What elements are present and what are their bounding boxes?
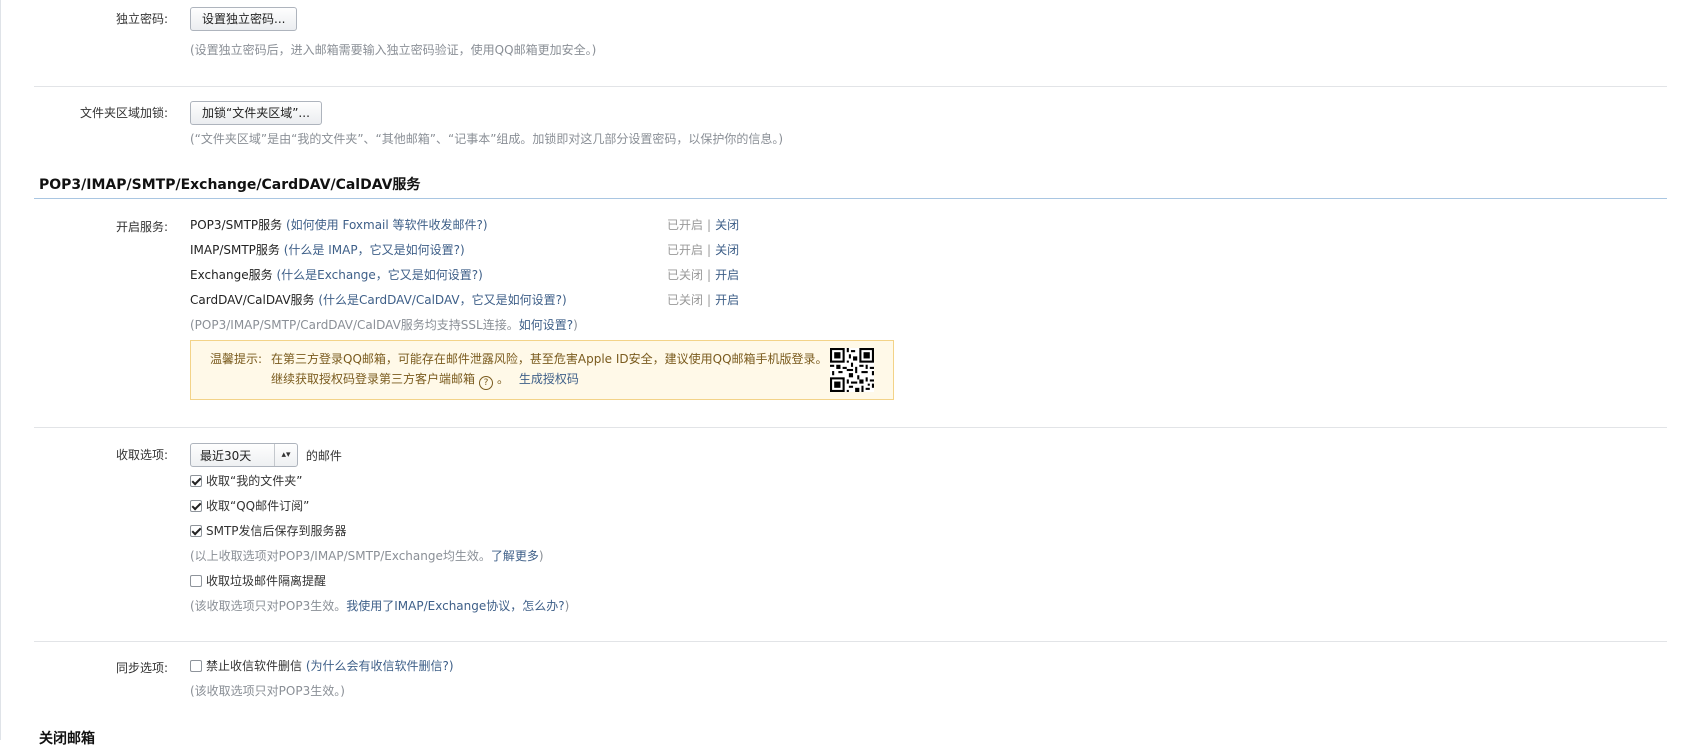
imap-exchange-help-link[interactable]: 我使用了IMAP/Exchange协议，怎么办? <box>346 599 564 613</box>
service-name: POP3/SMTP服务 <box>190 218 283 232</box>
ssl-how-to-link[interactable]: 如何设置? <box>519 318 573 332</box>
receive-options-label: 收取选项: <box>115 448 168 462</box>
service-row-pop3: POP3/SMTP服务 (如何使用 Foxmail 等软件收发邮件?) <box>190 216 488 234</box>
status-text: 已关闭 <box>667 293 704 307</box>
sync-options-label: 同步选项: <box>115 661 168 675</box>
status-separator: | <box>707 243 712 257</box>
receive-option-smtp-save[interactable]: SMTP发信后保存到服务器 <box>190 522 347 540</box>
service-help-link[interactable]: (什么是Exchange，它又是如何设置?) <box>276 268 482 282</box>
receive-option-qq-subscription[interactable]: 收取“QQ邮件订阅” <box>190 497 309 515</box>
ssl-hint: (POP3/IMAP/SMTP/CardDAV/CalDAV服务均支持SSL连接… <box>190 316 578 334</box>
services-label: 开启服务: <box>115 220 168 234</box>
tip-line-2: 继续获取授权码登录第三方客户端邮箱?。 生成授权码 <box>271 370 579 390</box>
checkbox-unchecked[interactable] <box>190 660 202 672</box>
checkbox-unchecked[interactable] <box>190 575 202 587</box>
receive-hint-1-text: (以上收取选项对POP3/IMAP/SMTP/Exchange均生效。 <box>190 549 491 563</box>
qr-code-icon <box>830 348 874 392</box>
folder-lock-label: 文件夹区域加锁: <box>79 106 168 120</box>
set-independent-password-button[interactable]: 设置独立密码... <box>190 7 298 31</box>
close-imap-link[interactable]: 关闭 <box>715 243 739 257</box>
close-pop3-link[interactable]: 关闭 <box>715 218 739 232</box>
service-status-exchange: 已关闭 | 开启 <box>667 266 739 284</box>
divider <box>34 641 1667 642</box>
independent-password-hint: (设置独立密码后，进入邮箱需要输入独立密码验证，使用QQ邮箱更加安全。) <box>190 43 597 57</box>
open-exchange-link[interactable]: 开启 <box>715 268 739 282</box>
service-status-pop3: 已开启 | 关闭 <box>667 216 739 234</box>
option-label: 收取垃圾邮件隔离提醒 <box>206 574 327 588</box>
receive-hint-1: (以上收取选项对POP3/IMAP/SMTP/Exchange均生效。了解更多) <box>190 547 544 565</box>
service-help-link[interactable]: (如何使用 Foxmail 等软件收发邮件?) <box>286 218 488 232</box>
tip-label: 温馨提示: <box>210 352 263 366</box>
learn-more-link[interactable]: 了解更多 <box>491 549 539 563</box>
service-status-imap: 已开启 | 关闭 <box>667 241 739 259</box>
lock-folder-area-button[interactable]: 加锁“文件夹区域”... <box>190 101 322 125</box>
question-circle-icon[interactable]: ? <box>479 376 494 390</box>
service-name: CardDAV/CalDAV服务 <box>190 293 315 307</box>
service-help-link[interactable]: (什么是 IMAP，它又是如何设置?) <box>284 243 465 257</box>
receive-range-select[interactable]: 最近30天 ▴▾ <box>190 443 298 467</box>
receive-option-spam-reminder[interactable]: 收取垃圾邮件隔离提醒 <box>190 572 326 590</box>
checkbox-checked[interactable] <box>190 525 202 537</box>
updown-arrows-icon: ▴▾ <box>274 444 297 466</box>
status-text: 已关闭 <box>667 268 704 282</box>
independent-password-label: 独立密码: <box>115 12 168 26</box>
service-row-imap: IMAP/SMTP服务 (什么是 IMAP，它又是如何设置?) <box>190 241 465 259</box>
why-delete-link[interactable]: (为什么会有收信软件删信?) <box>306 659 454 673</box>
open-carddav-link[interactable]: 开启 <box>715 293 739 307</box>
section-title-services: POP3/IMAP/SMTP/Exchange/CardDAV/CalDAV服务 <box>39 177 421 193</box>
tip-line-2-mid: 。 <box>497 372 510 386</box>
generate-auth-code-link[interactable]: 生成授权码 <box>519 372 579 386</box>
receive-hint-2-end: ) <box>564 599 570 613</box>
select-value: 最近30天 <box>200 449 252 463</box>
left-border <box>0 0 1 740</box>
ssl-hint-end: ) <box>573 318 578 332</box>
receive-range: 最近30天 ▴▾ 的邮件 <box>190 443 342 467</box>
receive-range-suffix: 的邮件 <box>305 448 342 463</box>
receive-option-my-folders[interactable]: 收取“我的文件夹” <box>190 472 302 490</box>
sync-hint: (该收取选项只对POP3生效。) <box>190 684 345 698</box>
option-label: SMTP发信后保存到服务器 <box>206 524 347 538</box>
checkbox-checked[interactable] <box>190 475 202 487</box>
section-title-underline <box>34 198 1667 199</box>
status-text: 已开启 <box>667 218 704 232</box>
option-label: 收取“QQ邮件订阅” <box>206 499 310 513</box>
section-title-close-mailbox: 关闭邮箱 <box>39 731 95 747</box>
status-text: 已开启 <box>667 243 704 257</box>
receive-hint-2: (该收取选项只对POP3生效。我使用了IMAP/Exchange协议，怎么办?) <box>190 597 569 615</box>
service-name: Exchange服务 <box>190 268 273 282</box>
tip-line-2-text: 继续获取授权码登录第三方客户端邮箱 <box>271 372 476 386</box>
warm-tip-box: 温馨提示: 在第三方登录QQ邮箱，可能存在邮件泄露风险，甚至危害Apple ID… <box>190 340 894 400</box>
option-label: 禁止收信软件删信 <box>206 659 303 673</box>
checkbox-checked[interactable] <box>190 500 202 512</box>
receive-hint-1-end: ) <box>538 549 544 563</box>
service-help-link[interactable]: (什么是CardDAV/CalDAV，它又是如何设置?) <box>318 293 566 307</box>
divider <box>34 86 1667 87</box>
service-name: IMAP/SMTP服务 <box>190 243 280 257</box>
receive-hint-2-text: (该收取选项只对POP3生效。 <box>190 599 347 613</box>
service-row-carddav: CardDAV/CalDAV服务 (什么是CardDAV/CalDAV，它又是如… <box>190 291 567 309</box>
tip-line-1: 在第三方登录QQ邮箱，可能存在邮件泄露风险，甚至危害Apple ID安全，建议使… <box>271 352 828 366</box>
status-separator: | <box>707 218 712 232</box>
service-row-exchange: Exchange服务 (什么是Exchange，它又是如何设置?) <box>190 266 483 284</box>
option-label: 收取“我的文件夹” <box>206 474 303 488</box>
service-status-carddav: 已关闭 | 开启 <box>667 291 739 309</box>
ssl-hint-text: (POP3/IMAP/SMTP/CardDAV/CalDAV服务均支持SSL连接… <box>190 318 519 332</box>
folder-lock-hint: (“文件夹区域”是由“我的文件夹”、“其他邮箱”、“记事本”组成。加锁即对这几部… <box>190 132 784 146</box>
status-separator: | <box>707 293 712 307</box>
divider <box>34 427 1667 428</box>
sync-option-prevent-delete[interactable]: 禁止收信软件删信 (为什么会有收信软件删信?) <box>190 657 454 675</box>
status-separator: | <box>707 268 712 282</box>
